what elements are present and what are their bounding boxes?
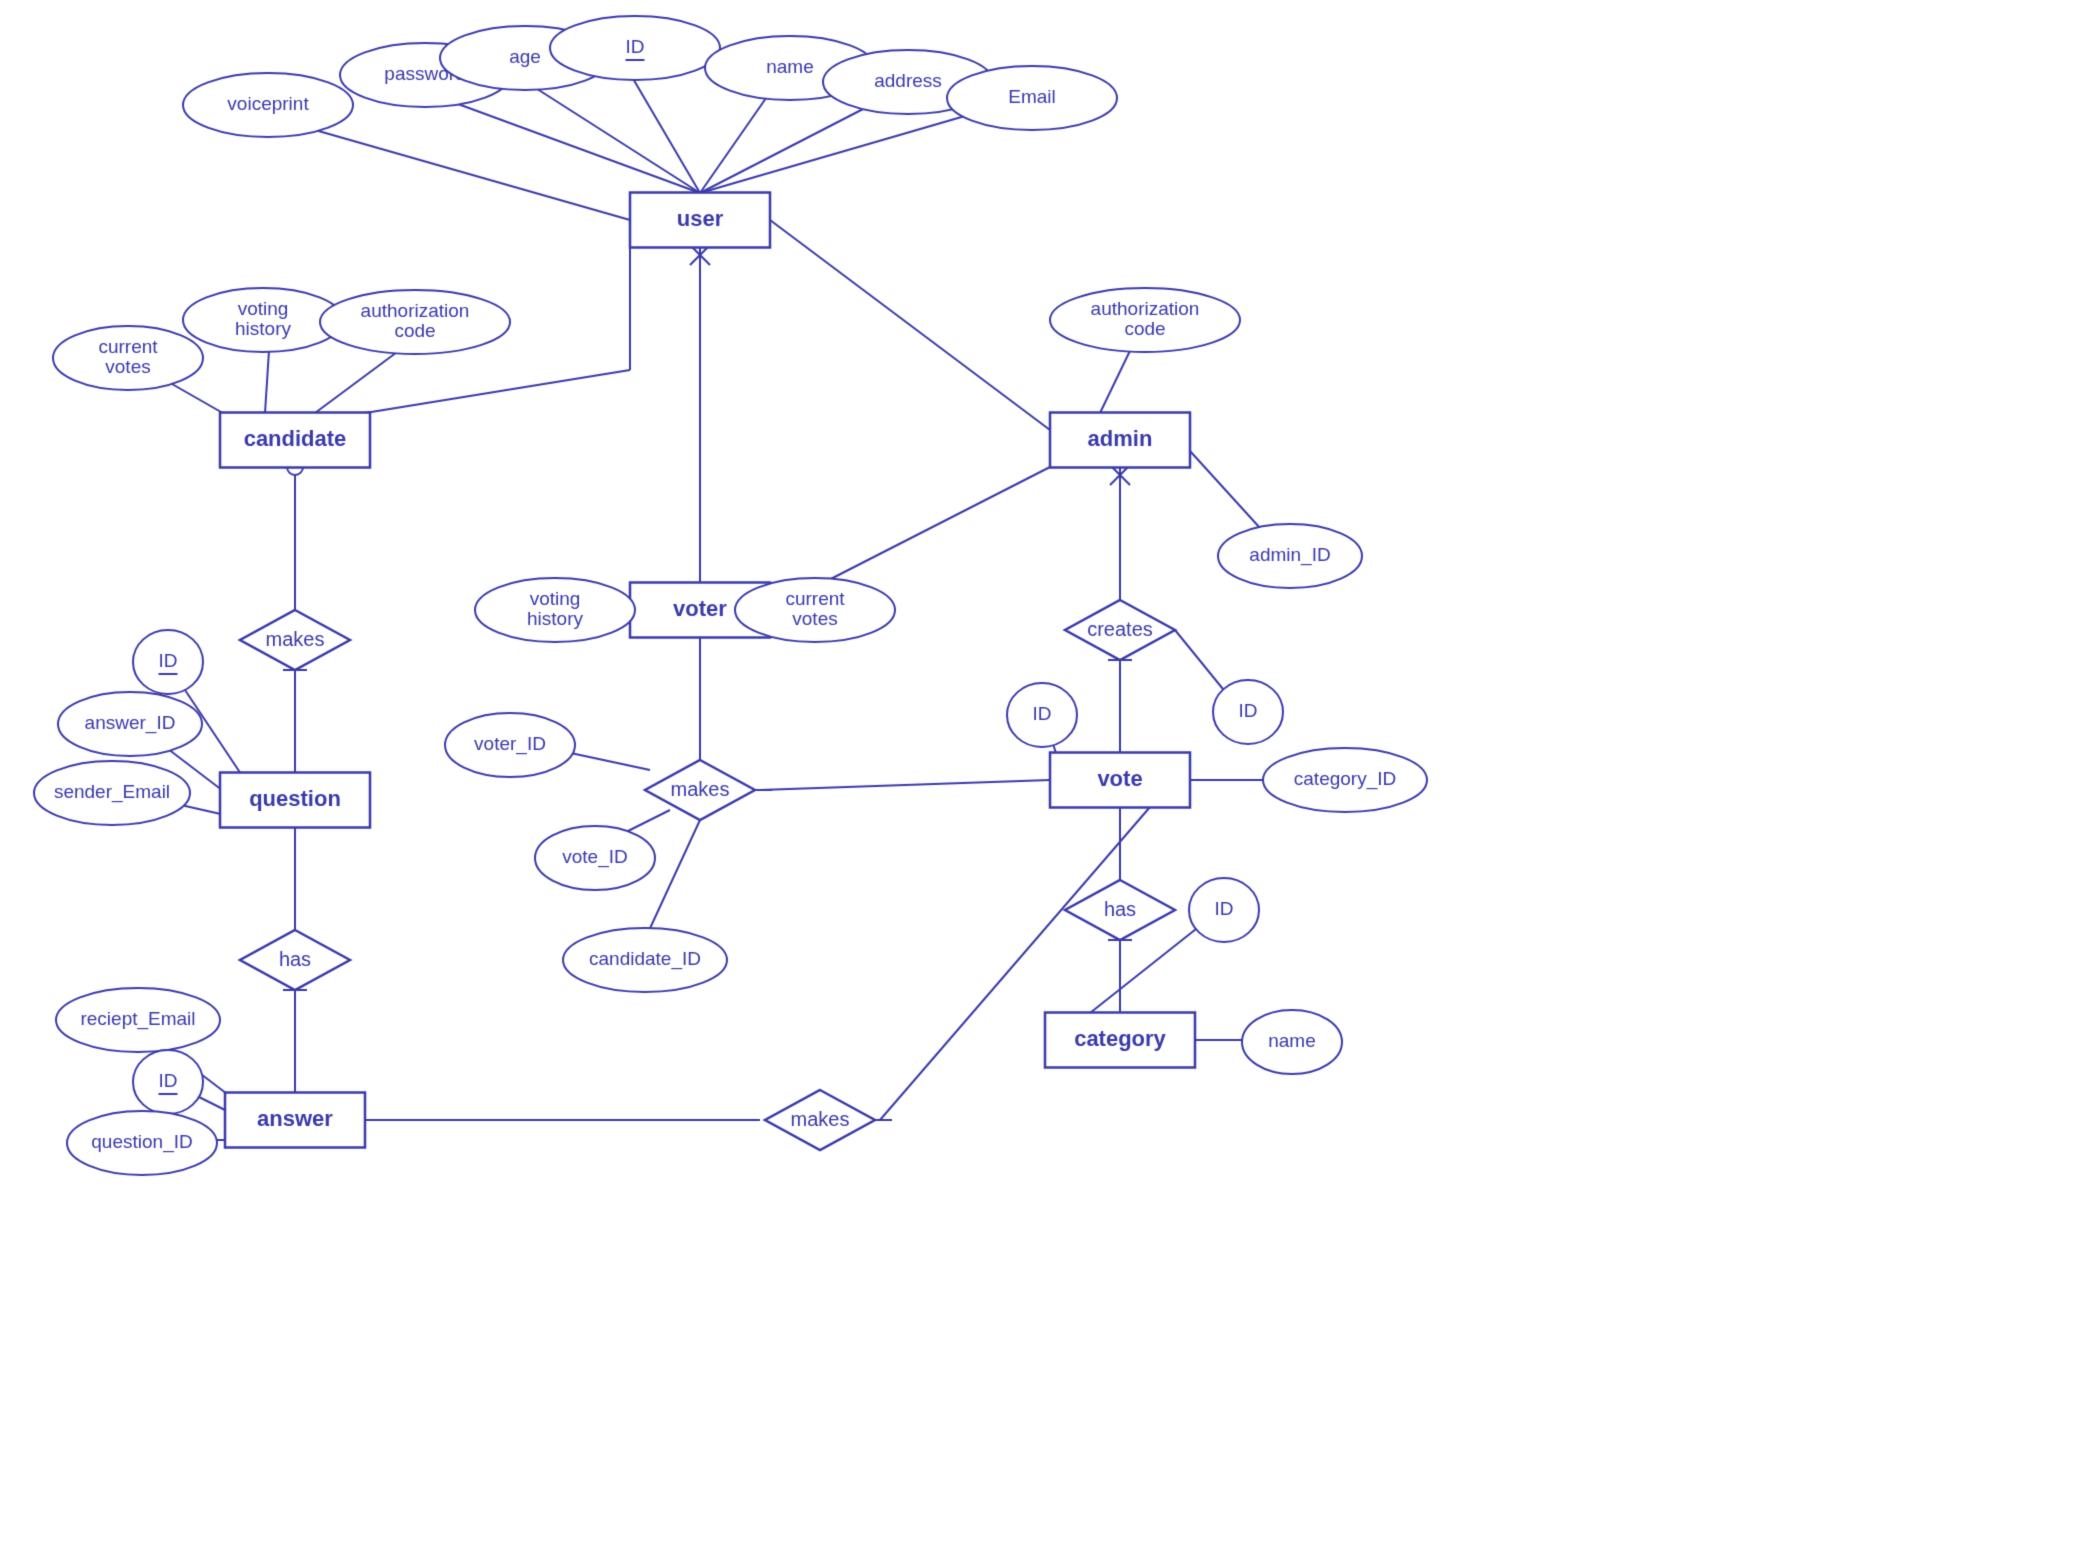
er-diagram (0, 0, 2090, 1566)
